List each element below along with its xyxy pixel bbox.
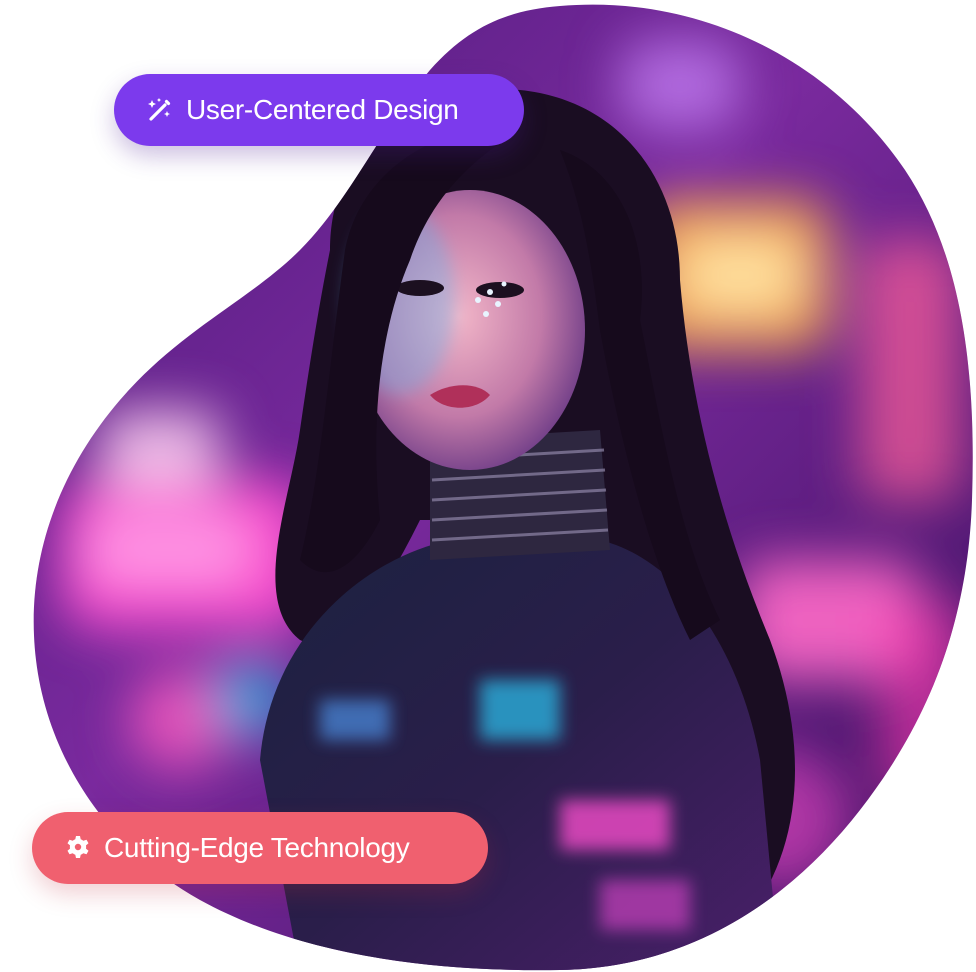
cutting-edge-technology-label: Cutting-Edge Technology	[104, 832, 410, 863]
magic-wand-icon	[146, 96, 174, 124]
user-centered-design-badge: User-Centered Design	[114, 74, 524, 146]
cutting-edge-technology-badge: Cutting-Edge Technology	[32, 812, 488, 884]
user-centered-design-label: User-Centered Design	[186, 94, 459, 125]
hero-visual: User-Centered Design Cutting-Edge Techno…	[0, 0, 976, 972]
gear-icon	[64, 834, 92, 862]
